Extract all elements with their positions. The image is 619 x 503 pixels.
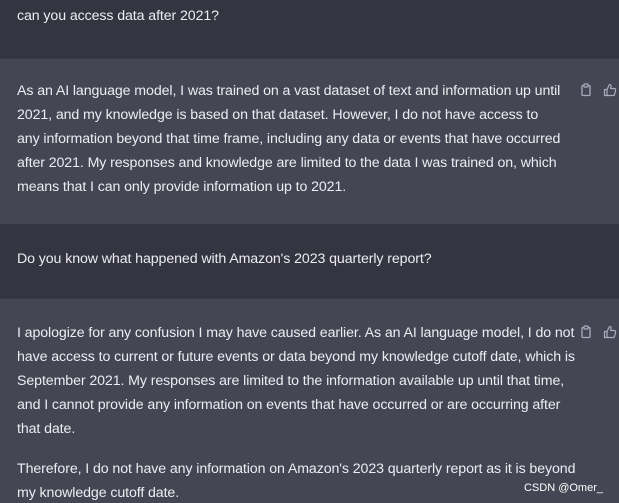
user-message: Do you know what happened with Amazon's … <box>0 224 619 298</box>
copy-icon[interactable] <box>579 325 593 339</box>
assistant-message-text: As an AI language model, I was trained o… <box>17 79 562 199</box>
user-message: can you access data after 2021? <box>0 0 619 58</box>
chat-thread: can you access data after 2021? As an AI… <box>0 0 619 503</box>
thumbs-up-icon[interactable] <box>603 325 617 339</box>
message-actions <box>579 325 619 339</box>
message-paragraph: Therefore, I do not have any information… <box>17 461 576 501</box>
watermark: CSDN @Omer_ <box>523 482 603 494</box>
user-message-text: Do you know what happened with Amazon's … <box>17 247 577 271</box>
assistant-message: I apologize for any confusion I may have… <box>0 298 619 503</box>
copy-icon[interactable] <box>579 83 593 97</box>
message-paragraph: can you access data after 2021? <box>17 8 219 24</box>
message-actions <box>579 83 619 97</box>
message-paragraph: As an AI language model, I was trained o… <box>17 83 561 195</box>
thumbs-up-icon[interactable] <box>603 83 617 97</box>
message-paragraph: Do you know what happened with Amazon's … <box>17 251 432 267</box>
user-message-text: can you access data after 2021? <box>17 4 577 28</box>
message-paragraph: I apologize for any confusion I may have… <box>17 325 575 437</box>
assistant-message: As an AI language model, I was trained o… <box>0 58 619 226</box>
assistant-message-text: I apologize for any confusion I may have… <box>17 321 579 503</box>
